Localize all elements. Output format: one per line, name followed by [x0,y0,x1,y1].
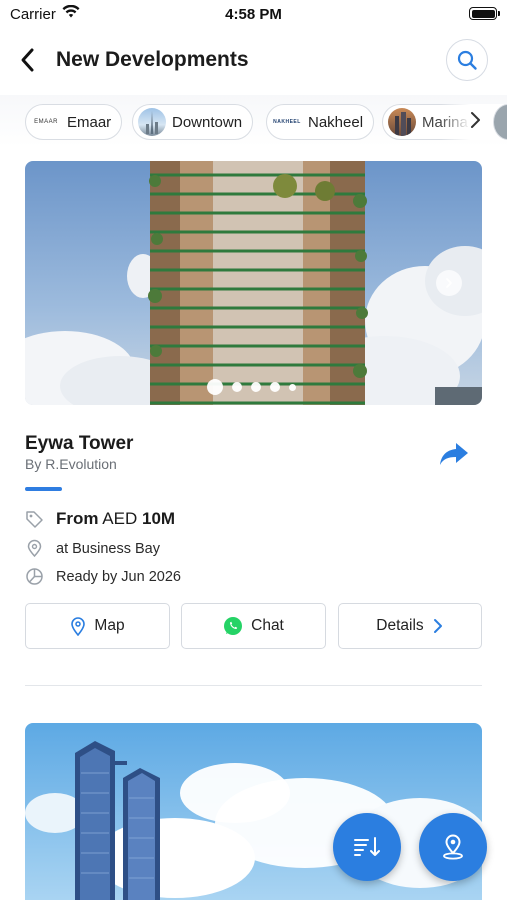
sort-icon [354,837,380,856]
details-button-label: Details [376,617,424,634]
chip-label: Emaar [67,113,112,131]
chip-emaar[interactable]: EMAAR Emaar [25,104,123,140]
project-image-carousel-2[interactable] [25,723,482,900]
clock: 4:58 PM [225,6,282,23]
carousel-next-button[interactable] [436,270,462,296]
app-header: New Developments [0,30,507,92]
page-title: New Developments [56,48,249,71]
price-currency: AED [102,509,138,528]
carousel-dot[interactable] [207,379,223,395]
developer-filter-bar: EMAAR Emaar Downtown NAKHEEL Nakheel Mar… [0,95,507,147]
map-button-label: Map [94,617,125,634]
nakheel-logo: NAKHEEL [273,119,301,125]
map-view-button[interactable] [419,813,487,881]
project-developer: By R.Evolution [25,456,117,472]
project-ready-date: Ready by Jun 2026 [56,568,181,585]
search-icon [457,50,477,70]
progress-chart-icon [25,567,44,586]
chat-button-label: Chat [251,617,284,634]
carousel-dot[interactable] [232,382,242,392]
search-button[interactable] [446,39,488,81]
battery-icon [469,7,500,20]
carousel-dot[interactable] [251,382,261,392]
location-pin-icon [25,539,44,558]
carousel-pagination [207,379,296,395]
project-location: at Business Bay [56,540,160,557]
ready-row: Ready by Jun 2026 [25,567,181,586]
chip-nakheel[interactable]: NAKHEEL Nakheel [266,104,375,140]
chevron-right-icon [471,112,480,128]
emaar-logo: EMAAR [34,119,58,125]
carousel-dot[interactable] [270,382,280,392]
title-underline [25,487,62,491]
price-tag-icon [25,510,44,529]
chip-downtown[interactable]: Downtown [132,104,254,140]
project-image-carousel[interactable] [25,161,482,405]
location-row: at Business Bay [25,539,160,558]
downtown-thumbnail [138,108,166,136]
sort-button[interactable] [333,813,401,881]
chat-button[interactable]: Chat [181,603,326,649]
whatsapp-icon [224,617,243,635]
map-pin-icon [71,617,86,636]
share-button[interactable] [438,440,470,468]
card-divider [25,685,482,686]
chip-label: Downtown [172,113,243,131]
chevron-right-icon [446,278,452,288]
carousel-dot[interactable] [289,383,296,391]
price-value: 10M [142,509,176,528]
back-button[interactable] [16,46,42,74]
marina-thumbnail [388,108,416,136]
chip-label: Nakheel [308,113,364,131]
chevron-left-icon [21,48,34,72]
details-button[interactable]: Details [338,603,482,649]
project-name[interactable]: Eywa Tower [25,433,133,455]
map-location-icon [443,834,463,860]
status-bar: Carrier 4:58 PM [0,0,507,28]
chevron-right-icon [433,619,442,633]
tower-render-2 [25,723,482,900]
price-prefix: From [56,509,99,528]
eywa-tower-render [25,161,482,405]
project-actions: Map Chat Details [25,603,482,649]
map-button[interactable]: Map [25,603,170,649]
chips-scroll-right-button[interactable] [465,110,485,130]
share-icon [440,443,468,465]
price-row: From AED 10M [25,509,175,529]
